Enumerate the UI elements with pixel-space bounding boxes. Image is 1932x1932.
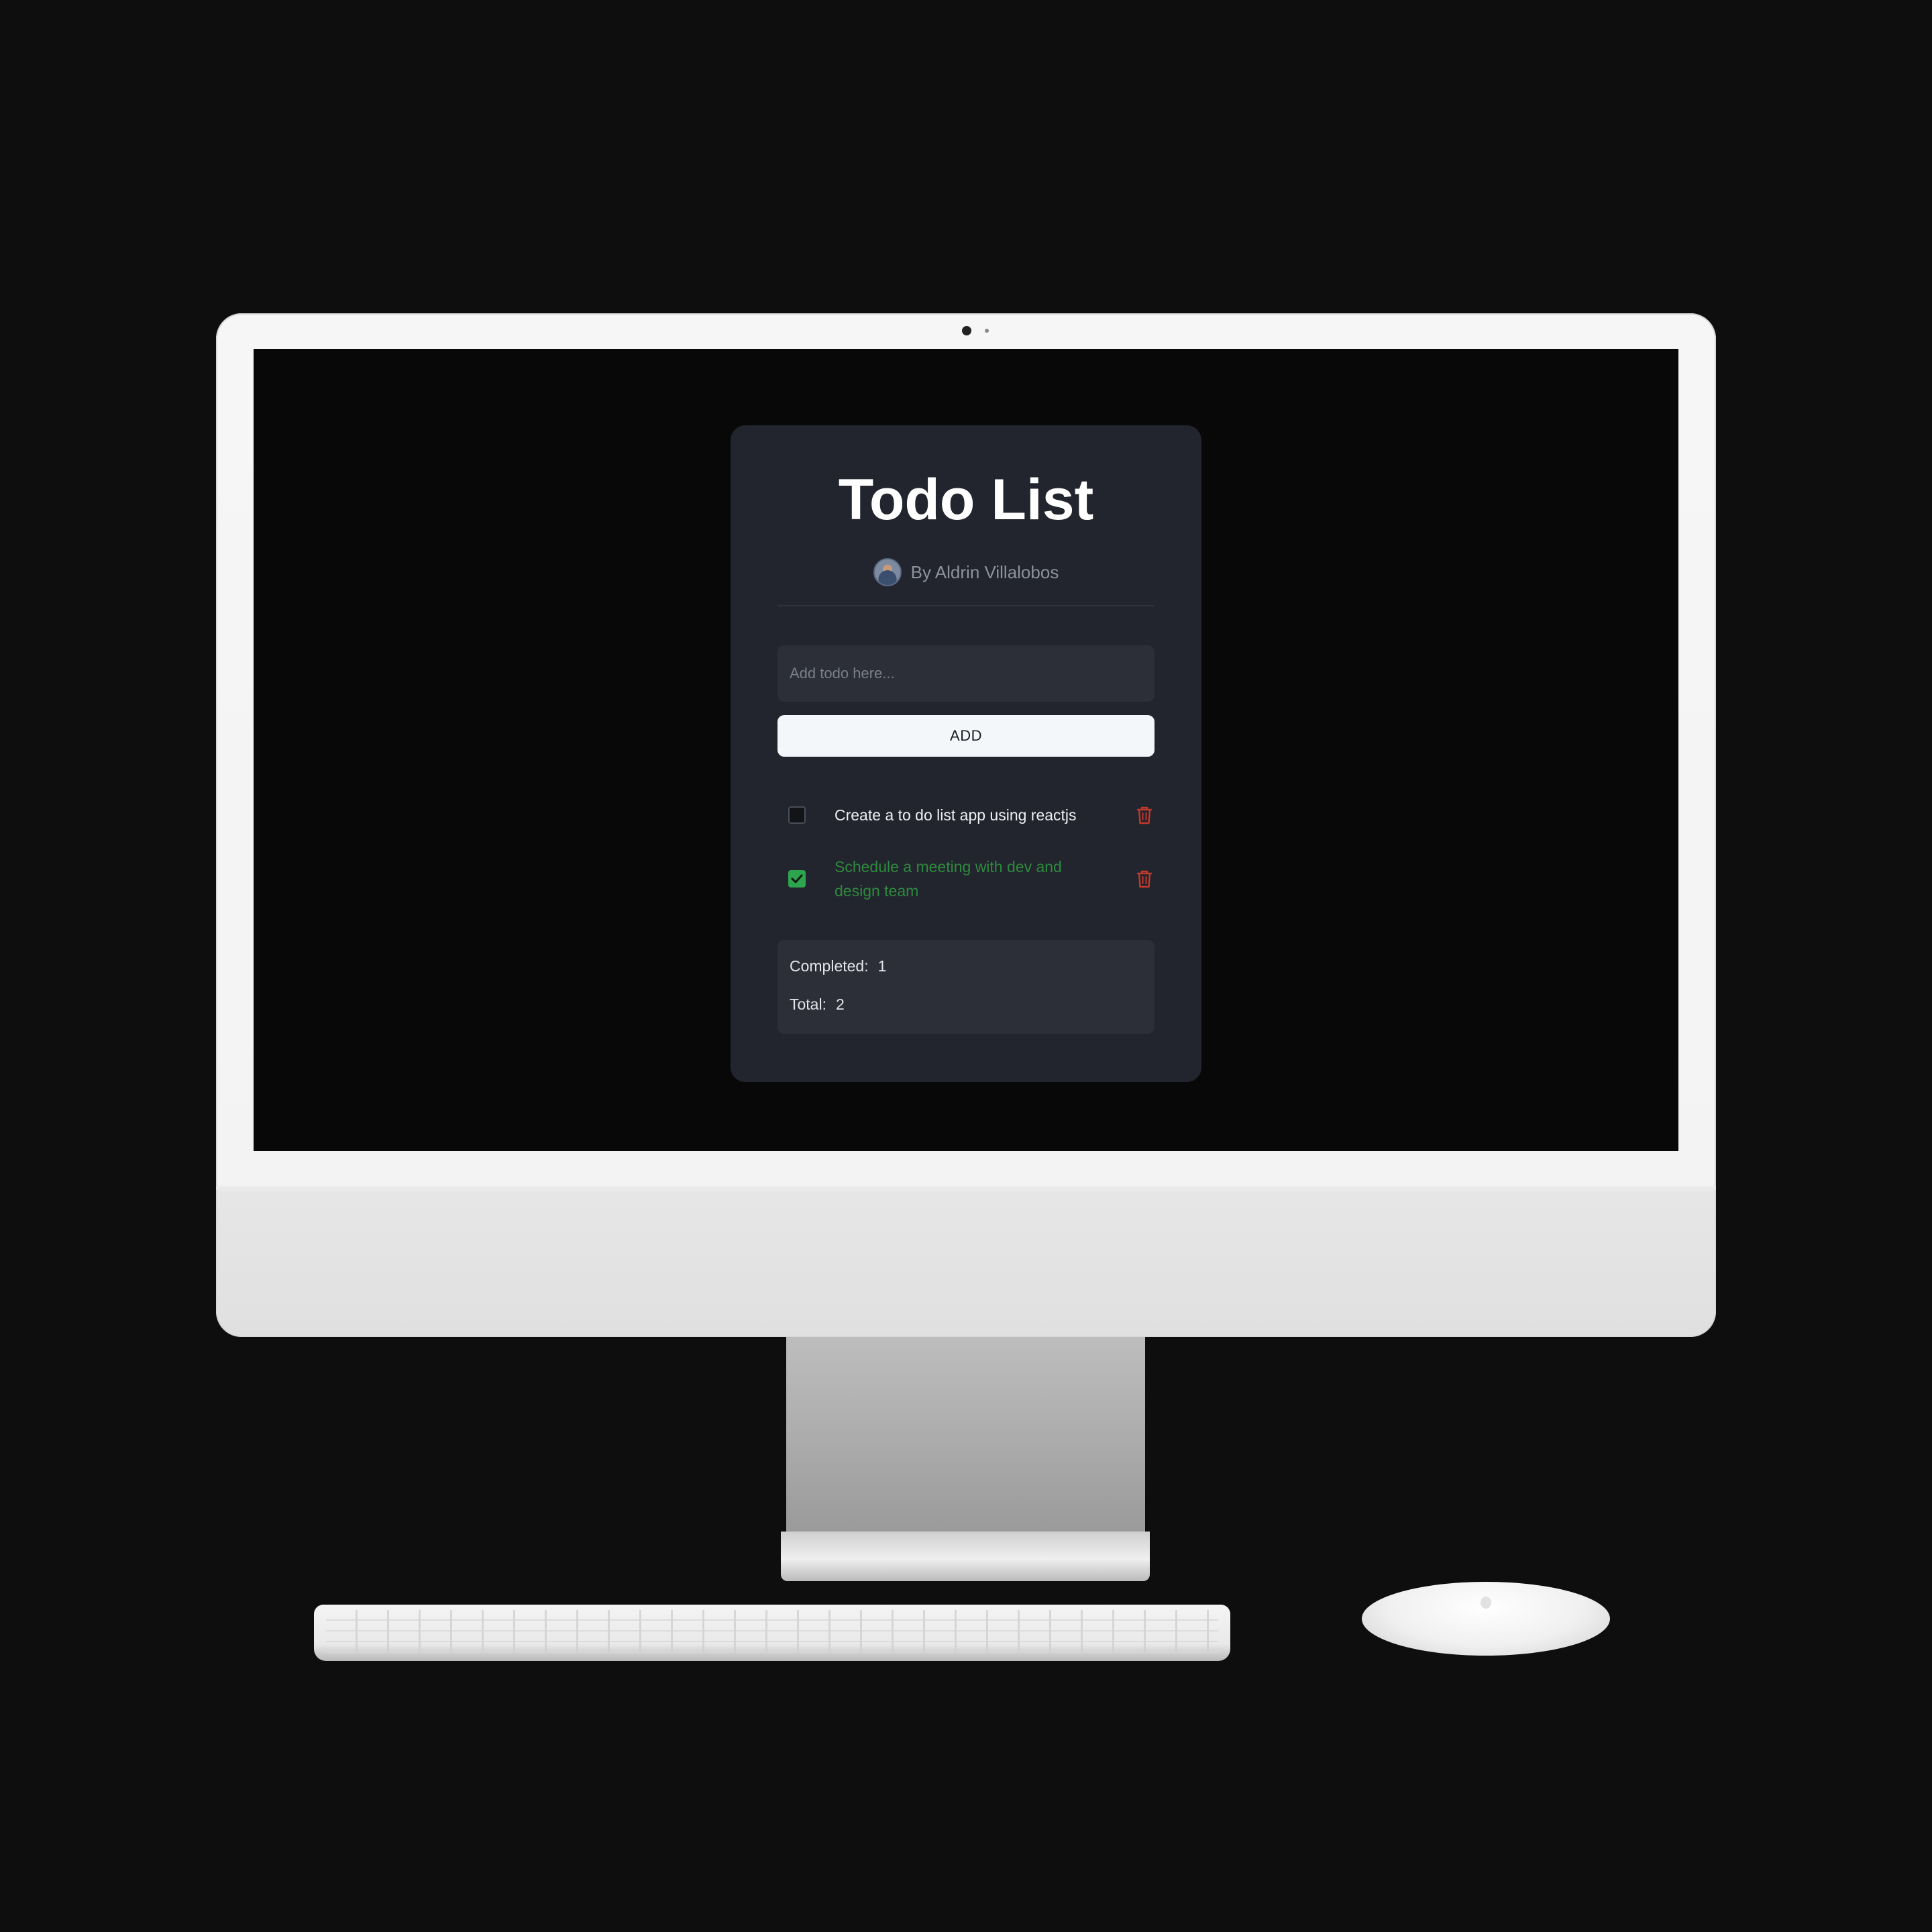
todo-card: Todo List By Aldrin Villalobos ADD Creat…	[731, 425, 1201, 1082]
total-count: 2	[835, 996, 845, 1013]
author-name: By Aldrin Villalobos	[910, 561, 1059, 582]
imac-stand	[786, 1337, 1145, 1534]
todo-text: Create a to do list app using reactjs	[835, 806, 1077, 824]
todo-item: Create a to do list app using reactjs	[777, 795, 1155, 835]
total-label: Total:	[790, 996, 826, 1013]
completed-stat: Completed: 1	[790, 957, 886, 975]
apple-logo-icon	[1481, 1597, 1491, 1609]
trash-icon[interactable]	[1136, 869, 1153, 889]
checkbox-checked-icon[interactable]	[788, 870, 806, 888]
checkbox-icon[interactable]	[788, 806, 806, 824]
camera-sensor	[985, 329, 989, 333]
page-title: Todo List	[838, 468, 1094, 532]
keyboard	[314, 1605, 1230, 1661]
stats-panel: Completed: 1 Total: 2	[777, 940, 1155, 1034]
todo-item: Schedule a meeting with dev and design t…	[777, 851, 1155, 907]
camera-icon	[962, 326, 971, 335]
add-button[interactable]: ADD	[777, 715, 1155, 757]
todo-input[interactable]	[777, 645, 1155, 702]
total-stat: Total: 2	[790, 996, 845, 1014]
imac-stand-foot	[781, 1532, 1150, 1581]
completed-label: Completed:	[790, 957, 869, 975]
byline: By Aldrin Villalobos	[731, 557, 1201, 588]
keyboard-keys	[326, 1610, 1218, 1654]
divider	[777, 605, 1155, 606]
check-icon	[791, 874, 803, 883]
mouse	[1362, 1582, 1610, 1656]
avatar	[873, 558, 902, 586]
display-chin	[216, 1187, 1716, 1189]
completed-count: 1	[877, 957, 887, 975]
todo-text-completed: Schedule a meeting with dev and design t…	[835, 858, 1062, 900]
trash-icon[interactable]	[1136, 805, 1153, 825]
